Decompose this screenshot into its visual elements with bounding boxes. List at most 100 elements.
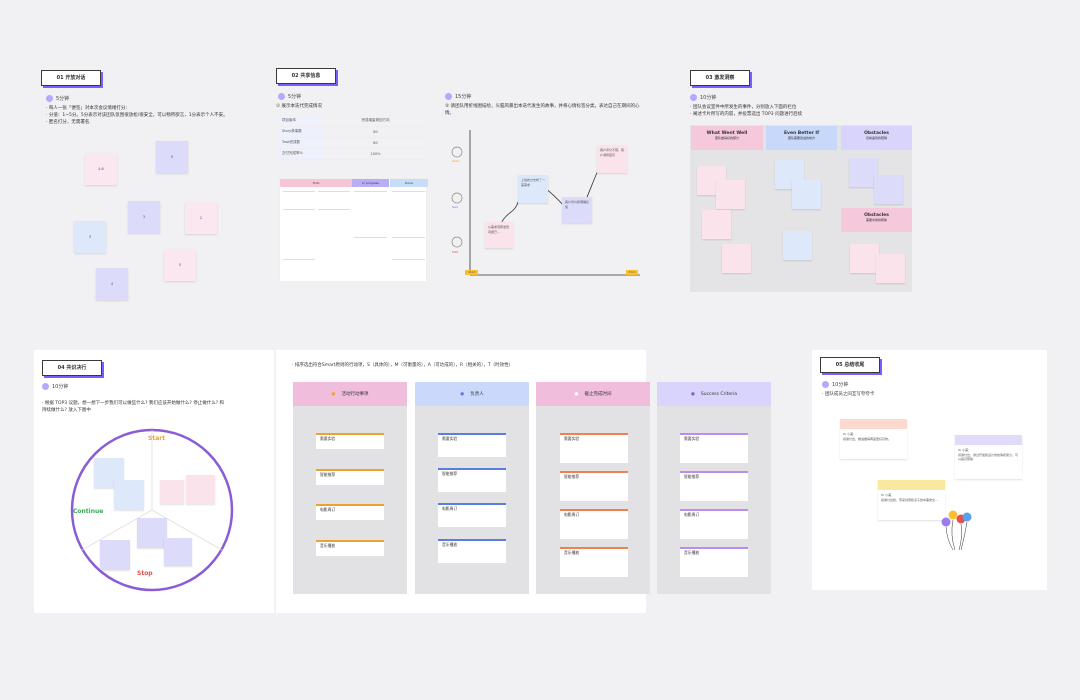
section-02-intro: ① 展示本迭代完成情况 (276, 104, 322, 109)
board-card[interactable] (283, 259, 315, 273)
board-card[interactable] (392, 191, 425, 205)
action-card[interactable]: 需要实验 (316, 433, 384, 449)
section-tag-05: 05 总结收尾 (820, 357, 880, 373)
section-tag-03: 03 激发洞察 (690, 70, 750, 86)
board-card[interactable] (354, 191, 387, 205)
kanban-board: Todo In progress Done (279, 178, 428, 282)
criteria-card[interactable]: 电影周订 (680, 509, 748, 539)
sticky-note[interactable]: 5 (156, 141, 188, 173)
owner-card[interactable]: 电影周订 (438, 503, 506, 527)
line: · 每人一张「便签」对本次会议情绪打分; (46, 106, 127, 111)
instructions-03: · 团队会议室件中所发生的事件，分别放入下面的栏位 · 阐述卡片所写的内容，并投… (690, 104, 920, 118)
col-went-well: What Went Well 团队做得好的部分 (691, 126, 763, 150)
retro-note[interactable] (783, 231, 812, 260)
board-card[interactable] (392, 259, 425, 273)
criteria-card[interactable]: 智能推荐 (680, 471, 748, 501)
board-head-done: Done (390, 179, 428, 187)
retro-note[interactable] (716, 180, 745, 209)
timer-label: 5分钟 (56, 96, 70, 102)
timer-label: 10分钟 (700, 95, 717, 101)
wheel-note[interactable] (186, 475, 215, 504)
action-card[interactable]: 电影周订 (316, 504, 384, 520)
action-card[interactable]: 音乐播放 (316, 540, 384, 556)
section-tag-02: 02 共享信息 (276, 68, 336, 84)
wheel-note[interactable] (100, 540, 130, 570)
retro-note[interactable] (702, 210, 731, 239)
line: · 根据 TOP3 议题，想一想下一步我们可以做些什么? 我们应该开始做什么? … (42, 401, 225, 406)
deadline-card[interactable]: 智能推荐 (560, 471, 628, 501)
board-card[interactable] (318, 209, 350, 223)
kudos-card[interactable]: To 小美： 感谢付出，通过开发和设计的热情和努力，可以提高帮助 (955, 435, 1022, 479)
wheel-note[interactable] (164, 538, 192, 566)
criteria-card[interactable]: 需要实验 (680, 433, 748, 463)
curve-note[interactable]: 客户评价和明确反馈 (562, 197, 592, 223)
table-cell: 80 (323, 126, 428, 138)
board-card[interactable] (318, 191, 350, 205)
sticky-note[interactable]: 4.6 (85, 153, 117, 185)
line: · 分值：1~5分。5分表示对该团队氛围很放松/很安全，可以畅所欲言，1分表示个… (46, 113, 228, 118)
sad-label: Sad (452, 205, 458, 209)
board-card[interactable] (392, 237, 425, 251)
col-obstacles: Obstacles 目前遇到的障碍 (841, 126, 912, 150)
col-obstacles-help: Obstacles 需要寻求的帮助 (841, 208, 912, 232)
table-cell: 完成增量规划方向 (323, 115, 428, 127)
deadline-card[interactable]: 需要实验 (560, 433, 628, 463)
card-label: 智能推荐 (564, 474, 580, 479)
col-better-if: Even Better If 团队需要改进的地方 (766, 126, 837, 150)
curve-note[interactable]: 从需求调研发现问题已... (485, 222, 513, 248)
wheel-note[interactable] (137, 518, 167, 548)
target-icon: ● (690, 391, 695, 397)
owner-card[interactable]: 智能推荐 (438, 468, 506, 492)
retro-note[interactable] (876, 254, 905, 283)
bulb-icon: ● (331, 391, 336, 397)
retro-note[interactable] (792, 180, 821, 209)
kudos-card[interactable]: To 小美： 感谢付出，推进做得再度更好高效。 (840, 419, 907, 459)
wheel-note[interactable] (160, 480, 184, 504)
deadline-card[interactable]: 电影周订 (560, 509, 628, 539)
sticky-note[interactable]: 3 (74, 221, 106, 253)
timer-label: 10分钟 (832, 382, 849, 388)
col-title: 截止完成时间 (584, 392, 612, 397)
sad-face-icon (451, 192, 463, 204)
retro-note[interactable] (874, 175, 903, 204)
board-card[interactable] (354, 237, 387, 251)
table-cell: 80 (323, 137, 428, 149)
sticky-note[interactable]: 4 (96, 268, 128, 300)
col-sub: 目前遇到的障碍 (865, 136, 887, 140)
card-label: 电影周订 (442, 506, 458, 511)
sticky-note[interactable]: 3 (128, 201, 160, 233)
criteria-card[interactable]: 音乐播放 (680, 547, 748, 577)
card-label: 需要实验 (684, 436, 700, 441)
board-card[interactable] (283, 209, 315, 223)
clock-icon (46, 95, 53, 102)
retro-note[interactable] (850, 244, 879, 273)
panel-open-dialog (34, 62, 270, 312)
balloons-icon (941, 510, 972, 551)
col-sub: 团队需要改进的地方 (787, 136, 815, 140)
instructions-01: · 每人一张「便签」对本次会议情绪打分; · 分值：1~5分。5分表示对该团队氛… (46, 105, 266, 126)
col-head: ● 活动行动事项 (293, 382, 407, 406)
curve-note[interactable]: 上线的分支修了一首需求 (518, 175, 548, 203)
glad-label: Glad (452, 159, 459, 163)
col-head: ● 截止完成时间 (536, 382, 650, 406)
wheel-note[interactable] (114, 480, 144, 510)
action-card[interactable]: 智能推荐 (316, 469, 384, 485)
sticky-note[interactable]: 5 (164, 249, 196, 281)
owner-card[interactable]: 音乐播放 (438, 539, 506, 563)
line: · 团队会议室件中所发生的事件，分别放入下面的栏位 (690, 105, 797, 110)
retro-note[interactable] (722, 244, 751, 273)
clock-icon (822, 381, 829, 388)
timer-label: 10分钟 (52, 384, 69, 390)
timer-label: 5分钟 (288, 94, 302, 100)
curve-note[interactable]: 客户评价不错，客户满意度高 (597, 145, 627, 173)
sticky-note[interactable]: 2 (185, 202, 217, 234)
card-label: 电影周订 (320, 507, 336, 512)
board-card[interactable] (283, 191, 315, 205)
timer-04: 10分钟 (42, 383, 68, 390)
deadline-card[interactable]: 音乐播放 (560, 547, 628, 577)
timer-curve: 15分钟 (445, 93, 471, 100)
timer-02: 5分钟 (278, 93, 301, 100)
section-tag-04: 04 共识决行 (42, 360, 102, 376)
card-label: 音乐播放 (684, 550, 700, 555)
owner-card[interactable]: 需要实验 (438, 433, 506, 457)
